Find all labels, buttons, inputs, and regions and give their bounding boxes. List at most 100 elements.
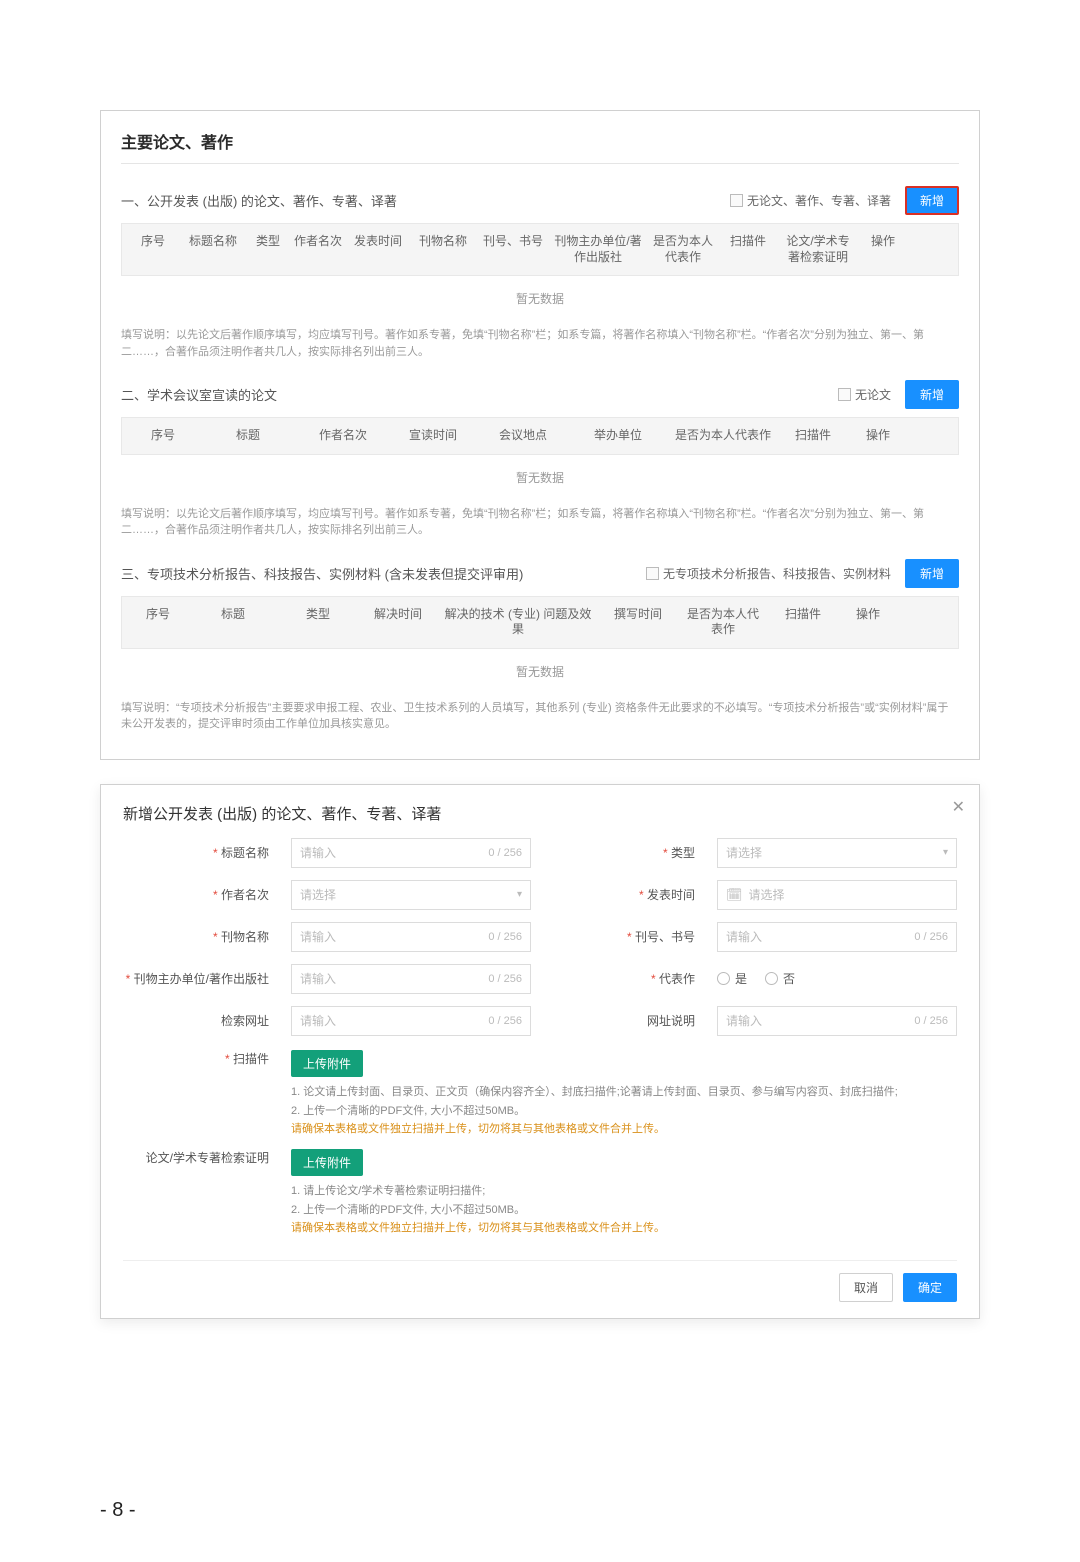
placeholder: 请输入 — [300, 1012, 336, 1029]
input-journal-name[interactable]: 请输入 0 / 256 — [291, 922, 531, 952]
th: 扫描件 — [778, 426, 848, 446]
counter: 0 / 256 — [488, 1015, 522, 1027]
th: 论文/学术专著检索证明 — [778, 232, 858, 267]
radio-yes-label: 是 — [735, 970, 747, 987]
cancel-button[interactable]: 取消 — [839, 1273, 893, 1302]
section2-table-header: 序号 标题 作者名次 宣读时间 会议地点 举办单位 是否为本人代表作 扫描件 操… — [121, 417, 959, 455]
th: 宣读时间 — [388, 426, 478, 446]
th: 操作 — [838, 605, 898, 640]
th: 扫描件 — [718, 232, 778, 267]
add-publication-modal: ✕ 新增公开发表 (出版) 的论文、著作、专著、译著 标题名称 请输入 0 / … — [100, 784, 980, 1319]
placeholder: 请选择 — [749, 886, 785, 903]
papers-panel: 主要论文、著作 一、公开发表 (出版) 的论文、著作、专著、译著 无论文、著作、… — [100, 110, 980, 760]
radio-yes[interactable]: 是 — [717, 970, 747, 987]
section1-heading: 一、公开发表 (出版) 的论文、著作、专著、译著 — [121, 191, 730, 210]
section2-footnote: 填写说明：以先论文后著作顺序填写，均应填写刊号。著作如系专著，免填“刊物名称”栏… — [121, 500, 959, 551]
scan-note-1: 1. 论文请上传封面、目录页、正文页（确保内容齐全）、封底扫描件;论著请上传封面… — [291, 1083, 957, 1102]
th: 操作 — [858, 232, 908, 267]
section1-none-checkbox[interactable]: 无论文、著作、专著、译著 — [730, 192, 891, 209]
select-author-rank[interactable]: 请选择 ▾ — [291, 880, 531, 910]
counter: 0 / 256 — [914, 1015, 948, 1027]
th: 标题 — [198, 426, 298, 446]
chevron-down-icon: ▾ — [517, 889, 522, 900]
th: 类型 — [278, 605, 358, 640]
th: 序号 — [128, 605, 188, 640]
section1-table-header: 序号 标题名称 类型 作者名次 发表时间 刊物名称 刊号、书号 刊物主办单位/著… — [121, 223, 959, 276]
input-publish-time[interactable]: 🗓 请选择 — [717, 880, 957, 910]
section2-heading: 二、学术会议室宣读的论文 — [121, 385, 838, 404]
th: 操作 — [848, 426, 908, 446]
radio-no[interactable]: 否 — [765, 970, 795, 987]
th: 会议地点 — [478, 426, 568, 446]
counter: 0 / 256 — [488, 931, 522, 943]
label-search-url: 检索网址 — [123, 1012, 273, 1029]
label-index-proof: 论文/学术专著检索证明 — [123, 1149, 273, 1238]
section1-none-label: 无论文、著作、专著、译著 — [747, 192, 891, 209]
input-url-note[interactable]: 请输入 0 / 256 — [717, 1006, 957, 1036]
th: 刊物主办单位/著作出版社 — [548, 232, 648, 267]
section3-add-button[interactable]: 新增 — [905, 559, 959, 588]
th: 撰写时间 — [598, 605, 678, 640]
label-represent: 代表作 — [549, 970, 699, 987]
page-number: - 8 - — [100, 1499, 980, 1522]
close-icon[interactable]: ✕ — [952, 797, 965, 817]
select-type[interactable]: 请选择 ▾ — [717, 838, 957, 868]
section1-add-button[interactable]: 新增 — [905, 186, 959, 215]
placeholder: 请选择 — [726, 844, 762, 861]
chevron-down-icon: ▾ — [943, 847, 948, 858]
placeholder: 请输入 — [726, 1012, 762, 1029]
section3-table-header: 序号 标题 类型 解决时间 解决的技术 (专业) 问题及效果 撰写时间 是否为本… — [121, 596, 959, 649]
upload-proof-button[interactable]: 上传附件 — [291, 1149, 363, 1176]
radio-icon — [717, 972, 730, 985]
placeholder: 请输入 — [726, 928, 762, 945]
input-title-name[interactable]: 请输入 0 / 256 — [291, 838, 531, 868]
section1-header-row: 一、公开发表 (出版) 的论文、著作、专著、译著 无论文、著作、专著、译著 新增 — [121, 178, 959, 223]
counter: 0 / 256 — [914, 931, 948, 943]
section2-none-checkbox[interactable]: 无论文 — [838, 386, 891, 403]
th: 标题 — [188, 605, 278, 640]
placeholder: 请选择 — [300, 886, 336, 903]
section3-heading: 三、专项技术分析报告、科技报告、实例材料 (含未发表但提交评审用) — [121, 564, 646, 583]
modal-title: 新增公开发表 (出版) 的论文、著作、专著、译著 — [123, 803, 957, 838]
checkbox-icon — [838, 388, 851, 401]
label-type: 类型 — [549, 844, 699, 861]
scan-upload-cell: 上传附件 1. 论文请上传封面、目录页、正文页（确保内容齐全）、封底扫描件;论著… — [291, 1050, 957, 1139]
th: 是否为本人代表作 — [648, 232, 718, 267]
th: 类型 — [248, 232, 288, 267]
section1-no-data: 暂无数据 — [121, 276, 959, 321]
section3-none-checkbox[interactable]: 无专项技术分析报告、科技报告、实例材料 — [646, 565, 891, 582]
placeholder: 请输入 — [300, 928, 336, 945]
scan-note-2: 2. 上传一个清晰的PDF文件, 大小不超过50MB。 — [291, 1102, 957, 1121]
proof-note-1: 1. 请上传论文/学术专著检索证明扫描件; — [291, 1182, 957, 1201]
section2-header-row: 二、学术会议室宣读的论文 无论文 新增 — [121, 372, 959, 417]
upload-scan-button[interactable]: 上传附件 — [291, 1050, 363, 1077]
th: 发表时间 — [348, 232, 408, 267]
section2-add-button[interactable]: 新增 — [905, 380, 959, 409]
th: 序号 — [128, 426, 198, 446]
input-issn[interactable]: 请输入 0 / 256 — [717, 922, 957, 952]
label-title-name: 标题名称 — [123, 844, 273, 861]
ok-button[interactable]: 确定 — [903, 1273, 957, 1302]
th: 举办单位 — [568, 426, 668, 446]
placeholder: 请输入 — [300, 970, 336, 987]
section2-none-label: 无论文 — [855, 386, 891, 403]
radio-no-label: 否 — [783, 970, 795, 987]
placeholder: 请输入 — [300, 844, 336, 861]
represent-radio-group: 是 否 — [717, 970, 957, 987]
proof-note-warn: 请确保本表格或文件独立扫描并上传，切勿将其与其他表格或文件合并上传。 — [291, 1219, 957, 1238]
label-url-note: 网址说明 — [549, 1012, 699, 1029]
section3-footnote: 填写说明：“专项技术分析报告”主要要求申报工程、农业、卫生技术系列的人员填写，其… — [121, 694, 959, 745]
th: 标题名称 — [178, 232, 248, 267]
checkbox-icon — [730, 194, 743, 207]
calendar-icon: 🗓 — [726, 887, 743, 903]
th: 刊物名称 — [408, 232, 478, 267]
scan-note-warn: 请确保本表格或文件独立扫描并上传，切勿将其与其他表格或文件合并上传。 — [291, 1120, 957, 1139]
section3-none-label: 无专项技术分析报告、科技报告、实例材料 — [663, 565, 891, 582]
input-publisher[interactable]: 请输入 0 / 256 — [291, 964, 531, 994]
input-search-url[interactable]: 请输入 0 / 256 — [291, 1006, 531, 1036]
th: 扫描件 — [768, 605, 838, 640]
label-issn: 刊号、书号 — [549, 928, 699, 945]
proof-upload-cell: 上传附件 1. 请上传论文/学术专著检索证明扫描件; 2. 上传一个清晰的PDF… — [291, 1149, 957, 1238]
th: 作者名次 — [298, 426, 388, 446]
counter: 0 / 256 — [488, 847, 522, 859]
